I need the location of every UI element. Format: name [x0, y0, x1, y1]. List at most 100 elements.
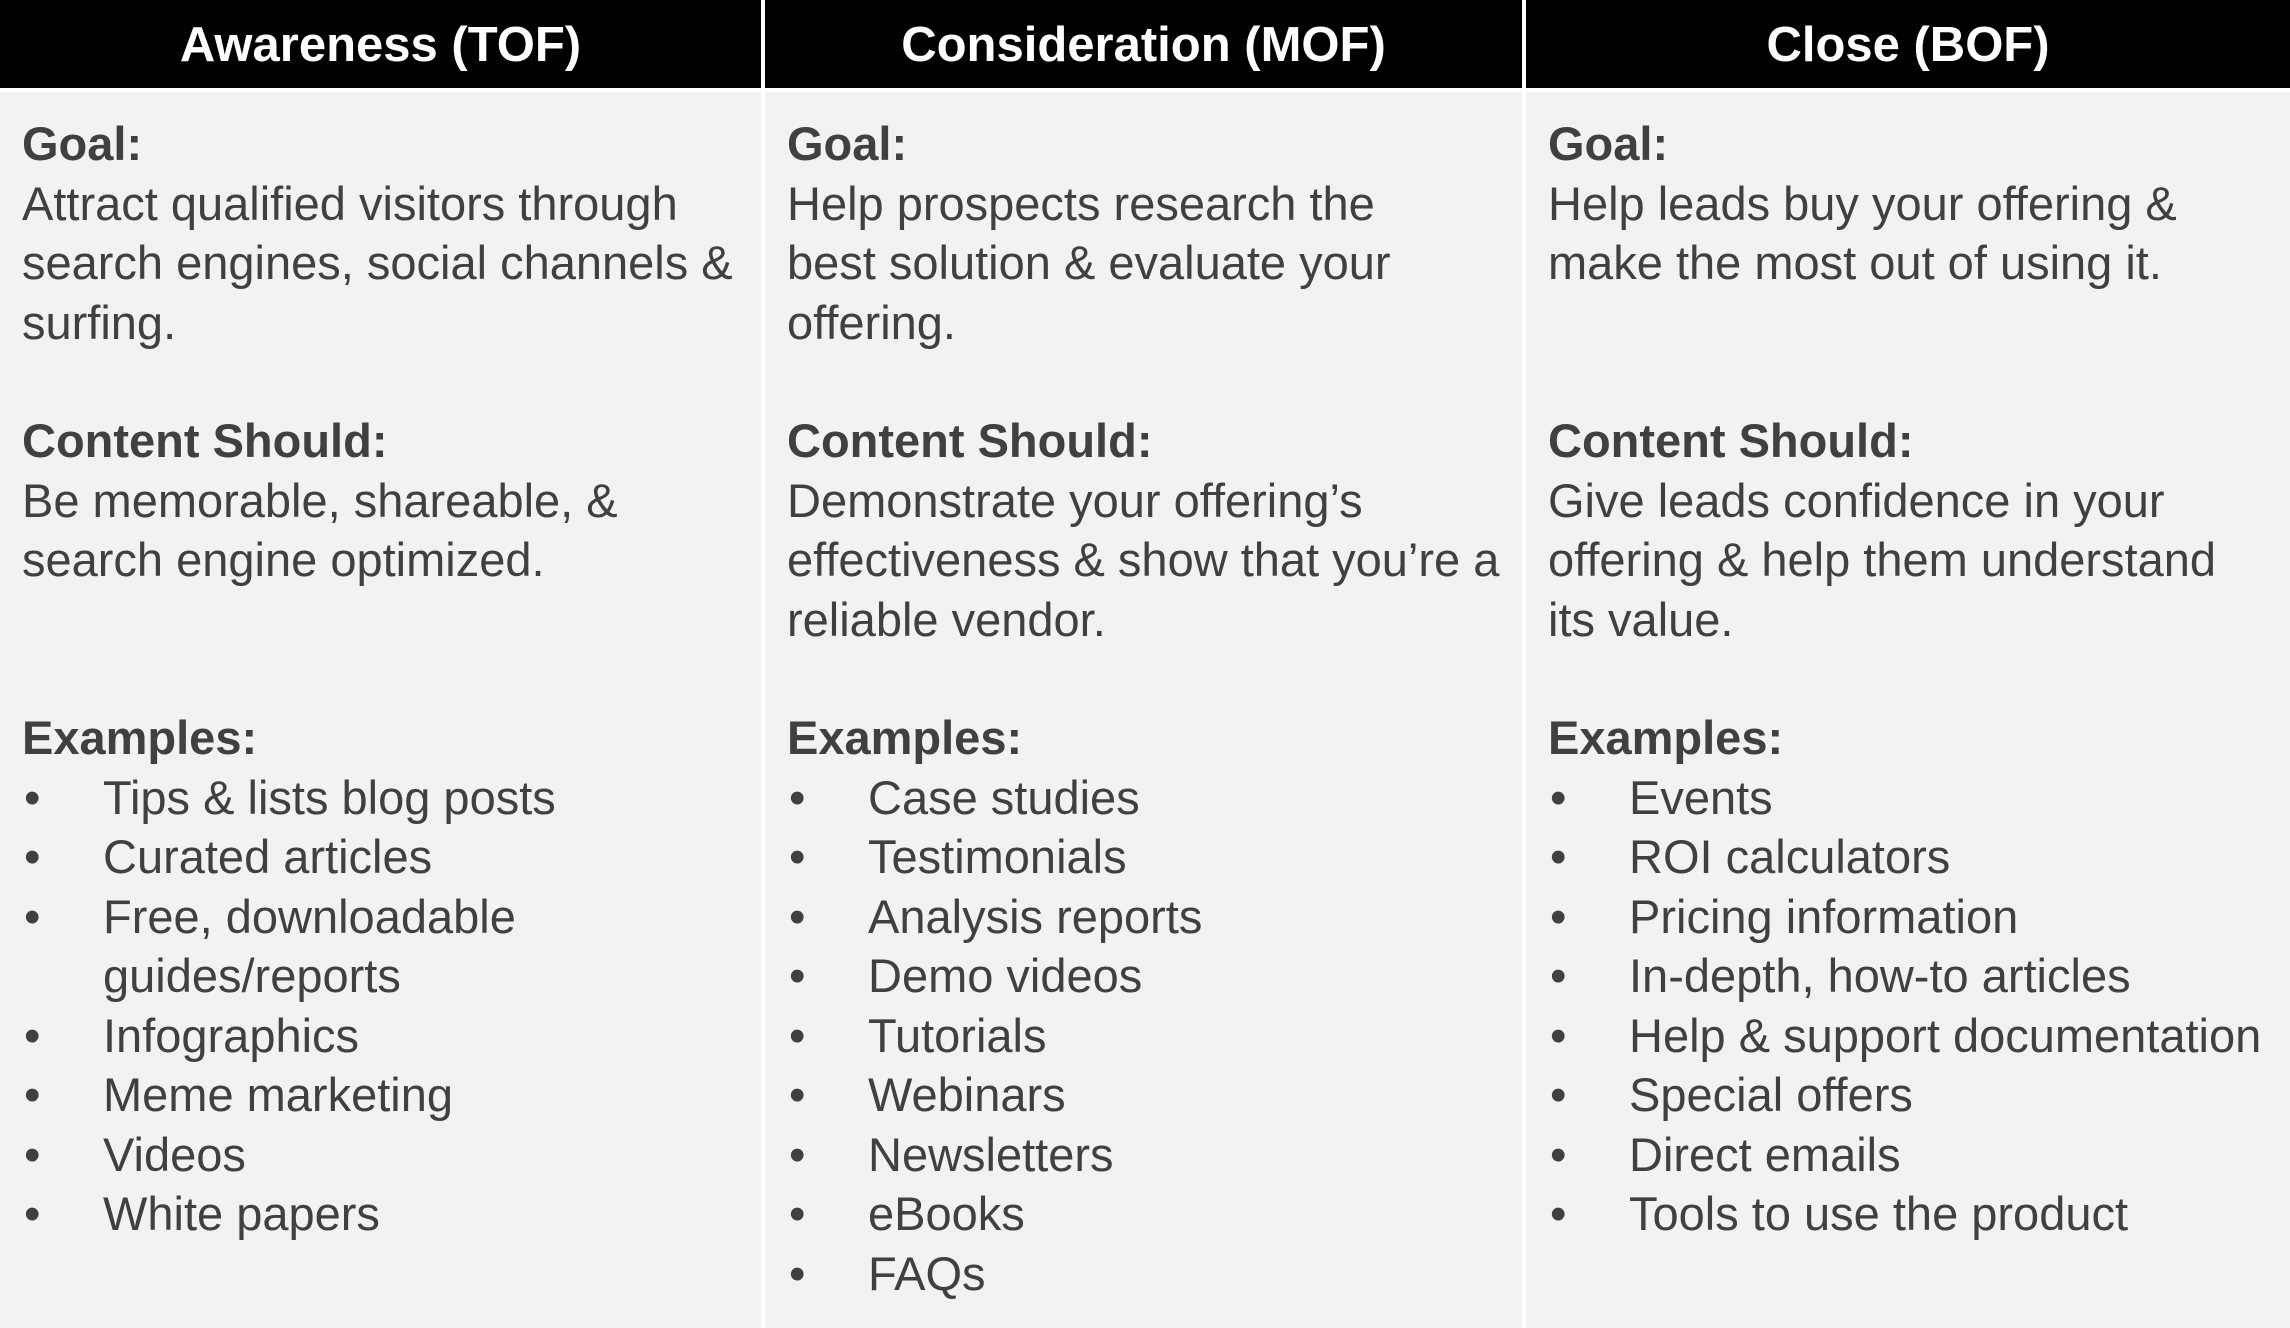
- bullet-icon: •: [789, 1187, 806, 1240]
- example-text: Analysis reports: [868, 889, 1203, 943]
- bullet-icon: •: [1550, 1008, 1567, 1062]
- example-item: • Meme marketing: [22, 1065, 741, 1125]
- example-item: • Special offers: [1548, 1065, 2270, 1125]
- header-close: Close (BOF): [1526, 0, 2290, 88]
- header-awareness: Awareness (TOF): [0, 0, 761, 88]
- goal-text: Help leads buy your offering & make the …: [1548, 176, 2177, 290]
- example-text: Pricing information: [1629, 889, 2019, 943]
- example-text: Webinars: [868, 1068, 1066, 1121]
- bullet-icon: •: [789, 770, 806, 824]
- examples-list: • Case studies • Testimonials • Analysis repo…: [787, 768, 1502, 1304]
- example-text: eBooks: [868, 1187, 1025, 1240]
- goal-text: Help prospects research the best solutio…: [787, 176, 1391, 349]
- bullet-icon: •: [789, 1246, 806, 1300]
- bullet-icon: •: [789, 889, 806, 943]
- bullet-icon: •: [24, 1187, 41, 1240]
- example-item: • Help & support documentation: [1548, 1006, 2270, 1066]
- example-text: Newsletters: [868, 1127, 1114, 1181]
- example-item: • Analysis reports: [787, 887, 1502, 947]
- funnel-content-table: Awareness (TOF) Consideration (MOF) Clos…: [0, 0, 2290, 1328]
- content-should-section: Content Should: Be memorable, shareable,…: [22, 411, 741, 708]
- bullet-icon: •: [24, 1008, 41, 1062]
- example-item: • Direct emails: [1548, 1125, 2270, 1185]
- goal-section: Goal: Help prospects research the best s…: [787, 114, 1502, 411]
- example-text: FAQs: [868, 1246, 986, 1300]
- example-text: Special offers: [1629, 1068, 1913, 1121]
- content-should-text: Demonstrate your offering’s effectivenes…: [787, 473, 1500, 646]
- example-item: • eBooks: [787, 1184, 1502, 1244]
- example-item: • Tips & lists blog posts: [22, 768, 741, 828]
- bullet-icon: •: [1550, 889, 1567, 943]
- example-text: Events: [1629, 770, 1773, 824]
- example-item: • Webinars: [787, 1065, 1502, 1125]
- examples-section: Examples: • Case studies • Testimonials • Ana…: [787, 708, 1502, 1303]
- example-text: Tips & lists blog posts: [103, 770, 556, 824]
- example-item: • White papers: [22, 1184, 741, 1244]
- goal-label: Goal:: [787, 117, 908, 170]
- example-item: • Events: [1548, 768, 2270, 828]
- example-text: Testimonials: [868, 830, 1127, 883]
- header-consideration: Consideration (MOF): [761, 0, 1526, 88]
- bullet-icon: •: [1550, 830, 1567, 883]
- example-text: Curated articles: [103, 830, 433, 883]
- bullet-icon: •: [1550, 949, 1567, 1002]
- examples-list: • Tips & lists blog posts • Curated article…: [22, 768, 741, 1244]
- example-text: Demo videos: [868, 949, 1143, 1002]
- goal-text: Attract qualified visitors through searc…: [22, 176, 733, 349]
- example-text: ROI calculators: [1629, 830, 1951, 883]
- example-text: Tools to use the product: [1629, 1187, 2129, 1240]
- bullet-icon: •: [24, 770, 41, 824]
- example-item: • Infographics: [22, 1006, 741, 1066]
- example-item: • Demo videos: [787, 946, 1502, 1006]
- bullet-icon: •: [1550, 1068, 1567, 1121]
- example-text: Case studies: [868, 770, 1140, 824]
- goal-label: Goal:: [1548, 117, 1669, 170]
- bullet-icon: •: [24, 830, 41, 883]
- bullet-icon: •: [789, 830, 806, 883]
- examples-label: Examples:: [1548, 711, 1784, 764]
- content-should-section: Content Should: Demonstrate your offerin…: [787, 411, 1502, 708]
- column-close: Goal: Help leads buy your offering & mak…: [1526, 88, 2290, 1328]
- bullet-icon: •: [24, 1068, 41, 1121]
- bullet-icon: •: [789, 949, 806, 1002]
- goal-section: Goal: Help leads buy your offering & mak…: [1548, 114, 2270, 411]
- bullet-icon: •: [789, 1068, 806, 1121]
- bullet-icon: •: [1550, 1127, 1567, 1181]
- example-item: • Curated articles: [22, 827, 741, 887]
- examples-label: Examples:: [22, 711, 258, 764]
- content-should-label: Content Should:: [787, 414, 1153, 467]
- example-item: • Free, downloadable guides/reports: [22, 887, 741, 1006]
- goal-label: Goal:: [22, 117, 143, 170]
- example-text: Meme marketing: [103, 1068, 453, 1121]
- examples-section: Examples: • Events • ROI calculators • Pricin…: [1548, 708, 2270, 1244]
- bullet-icon: •: [24, 889, 41, 943]
- bullet-icon: •: [1550, 1187, 1567, 1240]
- content-should-text: Give leads confidence in your offering &…: [1548, 473, 2217, 646]
- examples-label: Examples:: [787, 711, 1023, 764]
- example-item: • Tools to use the product: [1548, 1184, 2270, 1244]
- example-item: • Case studies: [787, 768, 1502, 828]
- content-should-label: Content Should:: [22, 414, 388, 467]
- example-item: • Videos: [22, 1125, 741, 1185]
- content-should-section: Content Should: Give leads confidence in…: [1548, 411, 2270, 708]
- example-item: • ROI calculators: [1548, 827, 2270, 887]
- example-text: Free, downloadable guides/reports: [103, 889, 516, 1003]
- example-item: • Newsletters: [787, 1125, 1502, 1185]
- examples-section: Examples: • Tips & lists blog posts • Curat…: [22, 708, 741, 1244]
- content-should-label: Content Should:: [1548, 414, 1914, 467]
- bullet-icon: •: [1550, 770, 1567, 824]
- column-awareness: Goal: Attract qualified visitors through…: [0, 88, 761, 1328]
- example-text: Direct emails: [1629, 1127, 1901, 1181]
- example-text: Infographics: [103, 1008, 360, 1062]
- bullet-icon: •: [24, 1127, 41, 1181]
- content-should-text: Be memorable, shareable, & search engine…: [22, 473, 618, 587]
- example-item: • In-depth, how-to articles: [1548, 946, 2270, 1006]
- bullet-icon: •: [789, 1008, 806, 1062]
- example-text: Tutorials: [868, 1008, 1047, 1062]
- bullet-icon: •: [789, 1127, 806, 1181]
- example-item: • Pricing information: [1548, 887, 2270, 947]
- example-text: In-depth, how-to articles: [1629, 949, 2131, 1002]
- example-item: • FAQs: [787, 1244, 1502, 1304]
- examples-list: • Events • ROI calculators • Pricing informat…: [1548, 768, 2270, 1244]
- example-text: Videos: [103, 1127, 246, 1181]
